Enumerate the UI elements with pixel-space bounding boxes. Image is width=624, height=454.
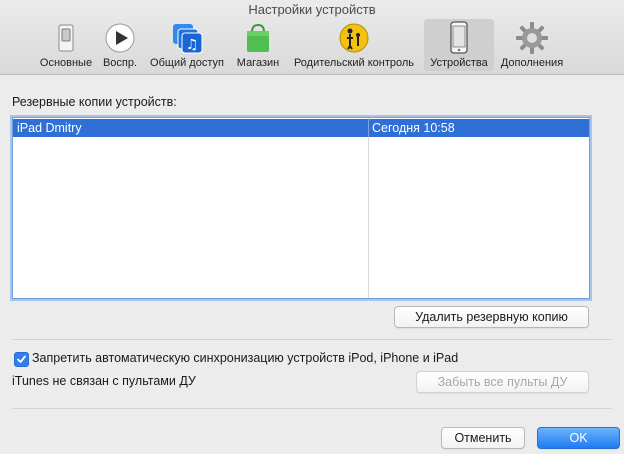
- backup-date: Сегодня 10:58: [372, 121, 455, 135]
- device-name: iPad Dmitry: [17, 121, 82, 135]
- toolbar: Настройки устройств Основные Воспр. ♫ Об…: [0, 0, 624, 75]
- tab-label: Общий доступ: [150, 57, 224, 69]
- forget-remotes-button[interactable]: Забыть все пульты ДУ: [416, 371, 589, 393]
- table-row[interactable]: iPad Dmitry Сегодня 10:58: [13, 119, 589, 137]
- tab-label: Воспр.: [102, 57, 138, 69]
- divider: [12, 408, 612, 409]
- prevent-auto-sync-checkbox[interactable]: [14, 352, 29, 367]
- play-icon: [102, 21, 138, 55]
- shared-music-icon: ♫: [169, 21, 205, 55]
- general-switch-icon: [48, 21, 84, 55]
- tab-parental-control[interactable]: Родительский контроль: [287, 19, 421, 71]
- tab-devices[interactable]: Устройства: [424, 19, 494, 71]
- iphone-icon: [441, 21, 477, 55]
- tab-label: Магазин: [236, 57, 280, 69]
- column-divider: [368, 119, 369, 137]
- remotes-status: iTunes не связан с пультами ДУ: [12, 374, 196, 388]
- delete-backup-button[interactable]: Удалить резервную копию: [394, 306, 589, 328]
- ok-button[interactable]: OK: [537, 427, 620, 449]
- tab-sharing[interactable]: ♫ Общий доступ: [145, 19, 229, 71]
- gear-icon: [514, 21, 550, 55]
- divider: [12, 339, 612, 340]
- window-title: Настройки устройств: [248, 2, 376, 17]
- store-bag-icon: [240, 21, 276, 55]
- parental-control-icon: [336, 21, 372, 55]
- tab-label: Родительский контроль: [293, 57, 415, 69]
- tab-playback[interactable]: Воспр.: [98, 19, 142, 71]
- prevent-auto-sync-label[interactable]: Запретить автоматическую синхронизацию у…: [32, 351, 458, 365]
- tab-general[interactable]: Основные: [36, 19, 96, 71]
- column-divider: [368, 118, 369, 298]
- tab-advanced[interactable]: Дополнения: [496, 19, 568, 71]
- svg-text:♫: ♫: [186, 37, 199, 53]
- tab-label: Основные: [39, 57, 93, 69]
- checkmark-icon: [17, 355, 26, 363]
- tab-label: Устройства: [430, 57, 488, 69]
- cancel-button[interactable]: Отменить: [441, 427, 525, 449]
- tab-label: Дополнения: [500, 57, 564, 69]
- backups-table[interactable]: iPad Dmitry Сегодня 10:58: [12, 117, 590, 299]
- tab-store[interactable]: Магазин: [233, 19, 283, 71]
- backups-label: Резервные копии устройств:: [12, 95, 177, 109]
